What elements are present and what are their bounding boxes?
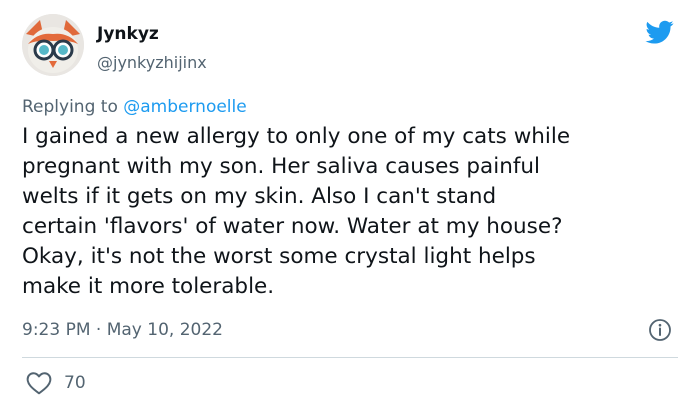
author-handle[interactable]: @jynkyzhijinx xyxy=(97,53,207,73)
divider xyxy=(22,357,678,358)
tweet-text-line: make it more tolerable. xyxy=(22,274,275,299)
heart-icon[interactable] xyxy=(26,371,52,395)
tweet-timestamp[interactable]: 9:23 PM · May 10, 2022 xyxy=(22,319,223,341)
like-count: 70 xyxy=(64,373,86,393)
tweet-text-line: Okay, it's not the worst some crystal li… xyxy=(22,244,536,269)
avatar[interactable] xyxy=(22,14,84,76)
info-icon[interactable] xyxy=(648,318,672,342)
like-button[interactable]: 70 xyxy=(26,371,86,395)
tweet-card: Jynkyz @jynkyzhijinx Replying to @ambern… xyxy=(0,0,700,410)
reply-mention-link[interactable]: @ambernoelle xyxy=(123,97,246,117)
tweet-text-line: certain 'flavors' of water now. Water at… xyxy=(22,214,563,239)
replying-prefix: Replying to xyxy=(22,97,124,117)
twitter-bird-icon[interactable] xyxy=(644,18,676,46)
tweet-text-line: welts if it gets on my skin. Also I can'… xyxy=(22,184,497,209)
replying-to: Replying to @ambernoelle xyxy=(22,96,247,118)
tweet-text: I gained a new allergy to only one of my… xyxy=(22,122,682,302)
tweet-text-line: I gained a new allergy to only one of my… xyxy=(22,124,571,149)
author-name[interactable]: Jynkyz xyxy=(97,24,159,44)
tweet-text-line: pregnant with my son. Her saliva causes … xyxy=(22,154,540,179)
